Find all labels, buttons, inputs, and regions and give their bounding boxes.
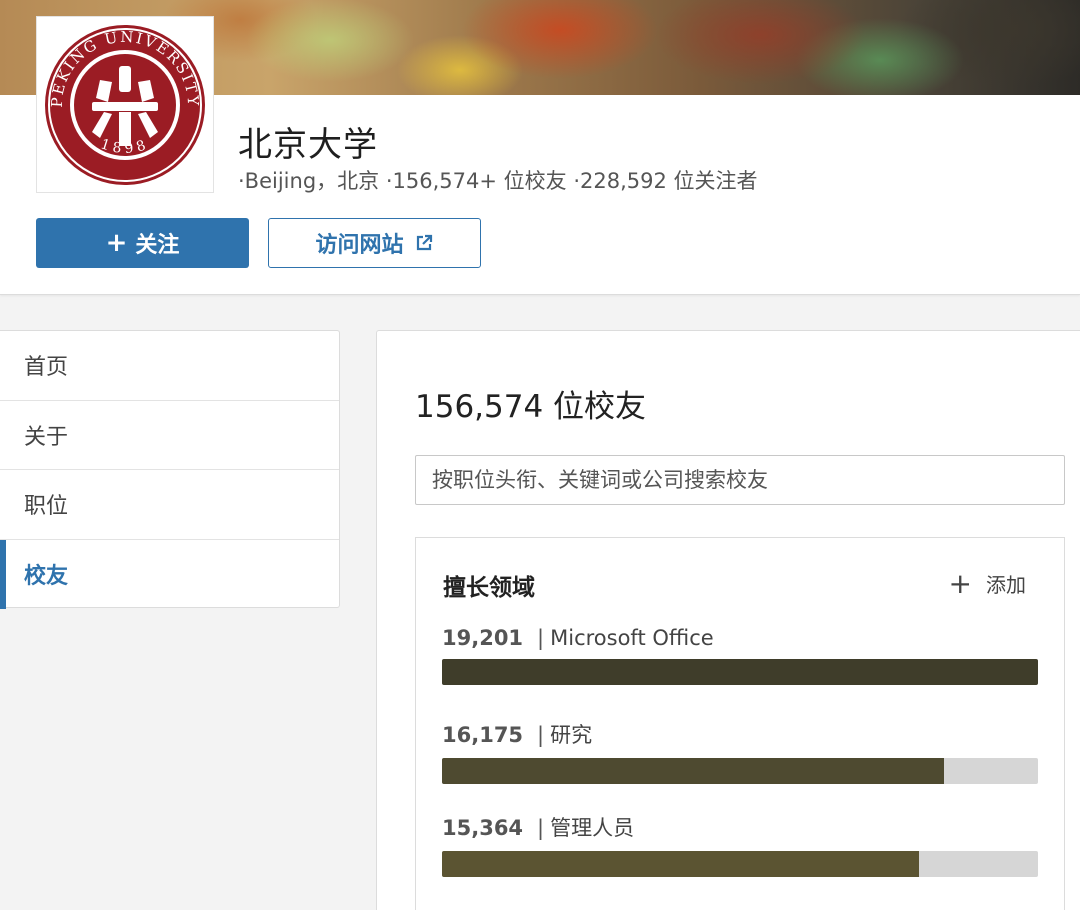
nav-item-alumni[interactable]: 校友 [0, 539, 339, 610]
visit-website-button[interactable]: 访问网站 [268, 218, 481, 268]
nav-item-jobs[interactable]: 职位 [0, 470, 339, 540]
skill-bar-track [442, 851, 1038, 877]
alumni-panel: 156,574 位校友 擅长领域 + 添加 19,201|Microsoft O… [376, 330, 1080, 910]
skill-item[interactable]: 15,364 | 管理人员 [442, 812, 1038, 877]
visit-website-label: 访问网站 [315, 233, 404, 258]
alumni-search-input[interactable] [415, 455, 1065, 505]
skill-bar-fill [442, 758, 944, 784]
nav-item-home[interactable]: 首页 [0, 331, 339, 401]
skill-name: 管理人员 [550, 816, 635, 840]
skill-bar-track [442, 758, 1038, 784]
skill-name: Microsoft Office [550, 626, 714, 650]
skill-count: 16,175 [442, 723, 524, 747]
skill-bar-fill [442, 851, 919, 877]
skills-add-label: 添加 [986, 573, 1026, 597]
skill-label: 15,364 | 管理人员 [442, 812, 1038, 842]
follow-button[interactable]: + 关注 [36, 218, 249, 268]
skill-separator: | [537, 626, 545, 650]
org-logo[interactable]: PEKING UNIVERSITY 1898 [36, 16, 214, 193]
org-alumni-count[interactable]: ·156,574+ 位校友 [386, 169, 567, 193]
skills-title: 擅长领域 [443, 575, 535, 601]
skill-item[interactable]: 16,175 | 研究 [442, 719, 1038, 784]
skill-bar-track [442, 659, 1038, 685]
follow-button-label: 关注 [135, 233, 180, 258]
peking-university-seal-icon: PEKING UNIVERSITY 1898 [45, 24, 205, 185]
nav-item-about[interactable]: 关于 [0, 401, 339, 470]
org-location: ·Beijing，北京 [238, 169, 380, 193]
skill-label: 19,201 | Microsoft Office [442, 626, 1038, 650]
skill-bar-fill [442, 659, 1038, 685]
alumni-count-heading: 156,574 位校友 [415, 389, 647, 425]
skill-item[interactable]: 19,201 | Microsoft Office [442, 626, 1038, 685]
skills-card: 擅长领域 + 添加 19,201 | Microsoft Office 16,175… [415, 537, 1065, 910]
plus-icon: + [105, 228, 128, 258]
skill-separator: | [537, 723, 545, 747]
org-followers: ·228,592 位关注者 [573, 169, 758, 193]
plus-icon: + [948, 566, 972, 600]
org-sidebar-nav: 首页 关于 职位 校友 [0, 330, 340, 610]
skill-name: 研究 [550, 723, 593, 747]
skill-separator: | [537, 816, 545, 840]
skill-label: 16,175 | 研究 [442, 719, 1038, 749]
skill-count: 19,201 [442, 626, 524, 650]
org-name: 北京大学 [238, 125, 378, 165]
skills-add-button[interactable]: + 添加 [949, 569, 1026, 598]
org-meta: ·Beijing，北京 ·156,574+ 位校友 ·228,592 位关注者 [238, 165, 758, 195]
external-link-icon [416, 234, 432, 251]
skill-count: 15,364 [442, 816, 524, 840]
